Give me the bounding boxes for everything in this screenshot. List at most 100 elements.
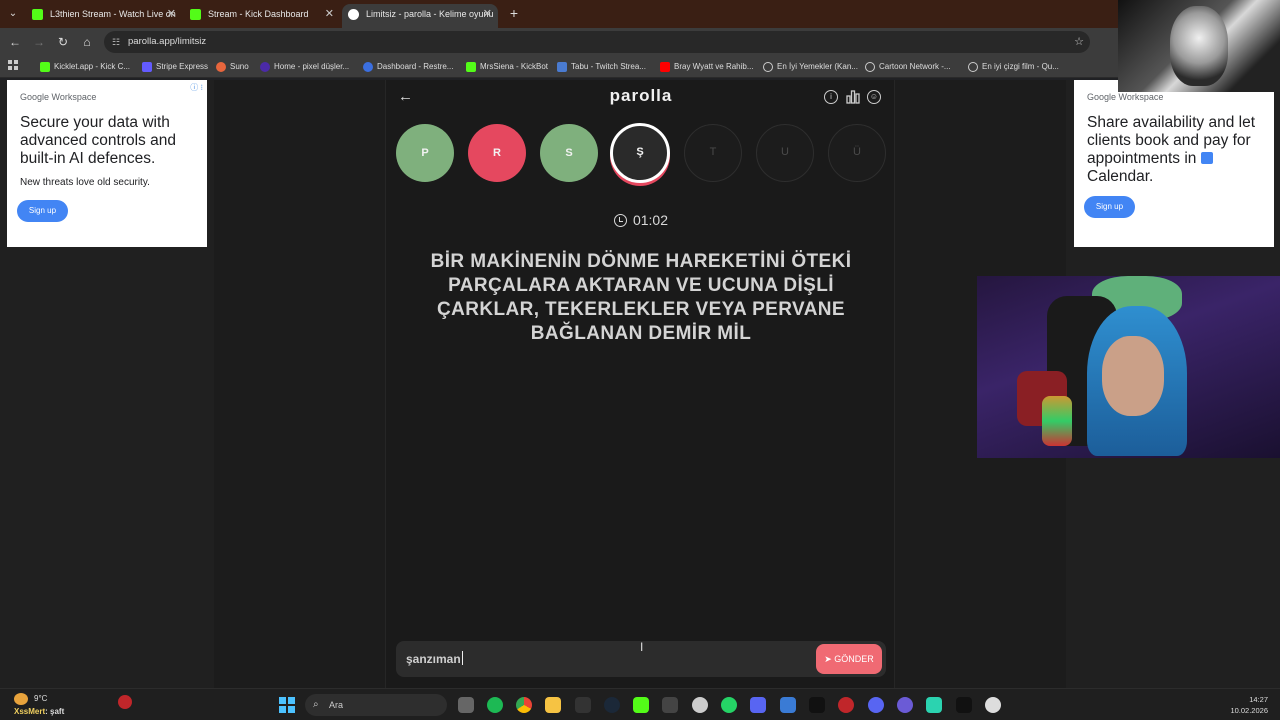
clock-time: 14:27 (1249, 695, 1268, 704)
tab-title: Limitsiz - parolla - Kelime oyunu (366, 9, 494, 19)
adchoices-icon[interactable]: ⓘ ⁝ (190, 82, 203, 93)
send-button[interactable]: ➤ GÖNDER (816, 644, 882, 674)
left-ad-banner[interactable]: ⓘ ⁝ Google Workspace Secure your data wi… (7, 80, 207, 247)
new-tab-button[interactable]: + (505, 4, 523, 22)
whatsapp-icon[interactable] (721, 697, 737, 713)
windows-taskbar: 9°C XssMert: şaft ⌕ Ara 14:27 10.02.2026 (0, 688, 1280, 720)
browser-toolbar: ← → ↻ ⌂ ☷ parolla.app/limitsiz ☆ (0, 28, 1120, 56)
bookmark-item[interactable]: Bray Wyatt ve Rahib... (660, 60, 754, 74)
answer-value[interactable]: şanzıman (406, 641, 463, 677)
bookmark-item[interactable]: Dashboard - Restre... (363, 60, 453, 74)
browser-tab-bar: ⌄ L3thien Stream - Watch Live on ✕ Strea… (0, 0, 1280, 28)
ad-brand: Google Workspace (1087, 92, 1164, 102)
epic-games-icon[interactable] (575, 697, 591, 713)
restream-icon (363, 62, 373, 72)
app-icon[interactable] (956, 697, 972, 713)
ad-headline: Share availability and let clients book … (1087, 114, 1256, 185)
app-icon[interactable] (838, 697, 854, 713)
letter-circle-u: U (756, 124, 814, 182)
pixel-icon (260, 62, 270, 72)
webcam-overlay-small (1118, 0, 1280, 92)
bookmark-item[interactable]: MrsSiena - KickBot (466, 60, 548, 74)
url-bar[interactable]: ☷ parolla.app/limitsiz ☆ (104, 31, 1090, 53)
text-caret (461, 651, 463, 665)
ad-signup-button[interactable]: Sign up (1084, 196, 1135, 218)
close-icon[interactable]: ✕ (483, 4, 492, 24)
ad-signup-button[interactable]: Sign up (17, 200, 68, 222)
weather-caption: XssMert: şaft (14, 707, 65, 716)
file-explorer-icon[interactable] (545, 697, 561, 713)
close-icon[interactable]: ✕ (325, 4, 334, 24)
tab-title: Stream - Kick Dashboard (208, 9, 309, 19)
capcut-icon[interactable] (662, 697, 678, 713)
kick-icon (190, 9, 201, 20)
letter-circle-r: R (468, 124, 526, 182)
letter-circle-uu: Ü (828, 124, 886, 182)
bookmark-item[interactable]: Kicklet.app - Kick C... (40, 60, 130, 74)
bookmark-item[interactable]: Tabu - Twitch Strea... (557, 60, 646, 74)
suno-icon (216, 62, 226, 72)
stripe-icon (142, 62, 152, 72)
taskbar-search[interactable]: ⌕ Ara (305, 694, 447, 716)
apps-grid-icon[interactable] (8, 60, 18, 70)
ad-headline: Secure your data with advanced controls … (20, 114, 176, 167)
right-ad-banner[interactable]: Google Workspace Share availability and … (1074, 80, 1274, 247)
app-icon[interactable] (118, 695, 132, 709)
face-image (1170, 6, 1228, 86)
app-icon[interactable] (780, 697, 796, 713)
letter-circle-current: Ş (610, 123, 670, 183)
bookmark-star-icon[interactable]: ☆ (1074, 31, 1084, 53)
site-info-icon[interactable]: ☷ (112, 31, 120, 53)
discord-icon[interactable] (868, 697, 884, 713)
calendar-icon (1200, 152, 1213, 164)
question-text: BİR MAKİNENİN DÖNME HAREKETİNİ ÖTEKİ PAR… (430, 251, 852, 344)
bookmark-item[interactable]: En iyi çizgi film - Qu... (968, 60, 1059, 74)
obs-icon[interactable] (985, 697, 1001, 713)
weather-icon[interactable] (14, 693, 28, 705)
bookmark-item[interactable]: Cartoon Network -... (865, 60, 951, 74)
task-view-icon[interactable] (458, 697, 474, 713)
bookmark-item[interactable]: En İyi Yemekler (Kan... (763, 60, 858, 74)
letter-circle-p: P (396, 124, 454, 182)
streamer-face-image (1102, 336, 1164, 416)
tab-parolla[interactable]: Limitsiz - parolla - Kelime oyunu ✕ (342, 4, 498, 28)
windows-start-icon[interactable] (279, 697, 295, 713)
globe-icon (763, 62, 773, 72)
microphone-image (1042, 396, 1072, 446)
bookmark-item[interactable]: Suno (216, 60, 249, 74)
ad-brand: Google Workspace (20, 92, 97, 102)
steelseries-icon[interactable] (692, 697, 708, 713)
globe-icon (865, 62, 875, 72)
tab-kick-dashboard[interactable]: Stream - Kick Dashboard ✕ (184, 4, 340, 28)
system-clock[interactable]: 14:27 10.02.2026 (1230, 694, 1268, 716)
stats-icon[interactable] (846, 90, 860, 104)
app-icon[interactable] (809, 697, 825, 713)
app-icon[interactable] (897, 697, 913, 713)
chrome-icon[interactable] (516, 697, 532, 713)
steam-icon[interactable] (604, 697, 620, 713)
profile-icon[interactable]: ☺ (867, 90, 881, 104)
info-icon[interactable]: i (824, 90, 838, 104)
discord-icon[interactable] (750, 697, 766, 713)
clock-icon (613, 214, 627, 227)
kick-icon[interactable] (633, 697, 649, 713)
reload-icon[interactable]: ↻ (54, 33, 72, 51)
forward-icon[interactable]: → (30, 33, 48, 51)
app-icon[interactable] (926, 697, 942, 713)
timer-value: 01:02 (632, 212, 669, 228)
app-logo: parolla (609, 86, 673, 105)
parolla-favicon-icon (348, 9, 359, 20)
close-icon[interactable]: ✕ (167, 4, 176, 24)
weather-temp[interactable]: 9°C (34, 694, 47, 703)
tab-l3thien-stream[interactable]: L3thien Stream - Watch Live on ✕ (26, 4, 182, 28)
globe-icon (968, 62, 978, 72)
bookmark-item[interactable]: Home - pixel düşler... (260, 60, 349, 74)
home-icon[interactable]: ⌂ (78, 33, 96, 51)
bookmark-item[interactable]: Stripe Express (142, 60, 208, 74)
tab-search-icon[interactable]: ⌄ (4, 5, 22, 23)
back-icon[interactable]: ← (6, 33, 24, 51)
tabu-icon (557, 62, 567, 72)
letter-circle-s: S (540, 124, 598, 182)
spotify-icon[interactable] (487, 697, 503, 713)
ad-subtext: New threats love old security. (20, 177, 150, 188)
